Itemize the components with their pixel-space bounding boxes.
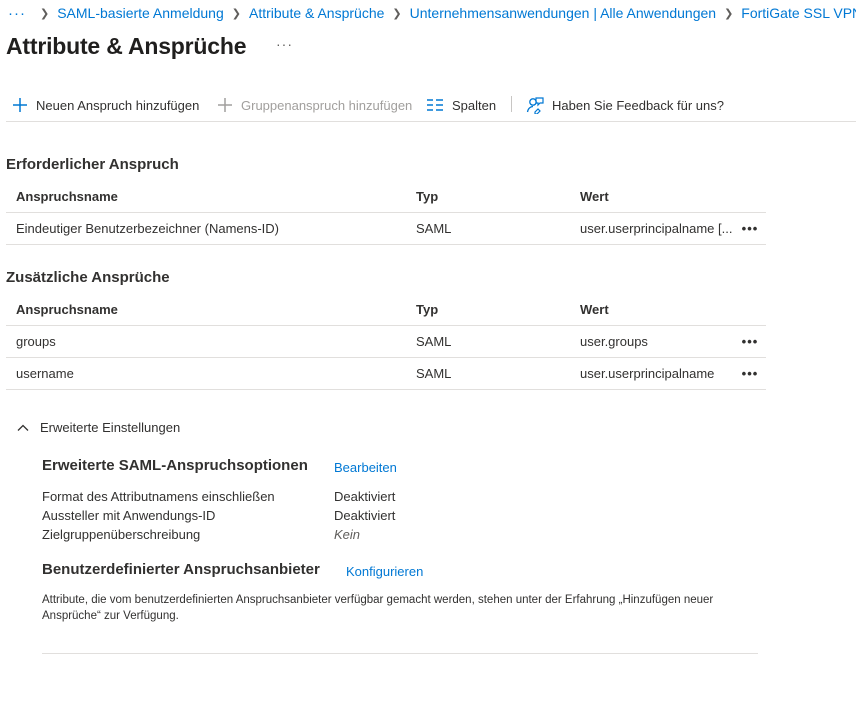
- feedback-label: Haben Sie Feedback für uns?: [552, 97, 724, 113]
- row-more-button[interactable]: •••: [738, 326, 762, 358]
- column-header-wert[interactable]: Wert: [580, 181, 732, 213]
- column-header-name[interactable]: Anspruchsname: [16, 294, 406, 326]
- add-claim-button[interactable]: Neuen Anspruch hinzufügen: [12, 92, 199, 118]
- required-claim-title: Erforderlicher Anspruch: [6, 156, 179, 173]
- column-header-name[interactable]: Anspruchsname: [16, 181, 406, 213]
- page-title: Attribute & Ansprüche: [6, 33, 247, 59]
- include-attribute-format-value: Deaktiviert: [334, 489, 396, 504]
- feedback-button[interactable]: Haben Sie Feedback für uns?: [526, 92, 724, 118]
- table-row[interactable]: username SAML user.userprincipalname •••: [6, 358, 766, 390]
- chevron-right-icon: ❯: [392, 7, 402, 20]
- claim-name: groups: [16, 334, 56, 349]
- chevron-up-icon: [17, 424, 29, 431]
- breadcrumb-item-fortigate[interactable]: FortiGate SSL VPN |: [741, 5, 856, 21]
- command-bar: Neuen Anspruch hinzufügen Gruppenanspruc…: [6, 92, 856, 122]
- chevron-right-icon: ❯: [724, 7, 734, 20]
- row-more-button[interactable]: •••: [738, 213, 762, 245]
- claim-name: username: [16, 366, 74, 381]
- audience-override-value: Kein: [334, 527, 361, 542]
- breadcrumb-more-button[interactable]: ···: [8, 5, 26, 22]
- column-header-typ[interactable]: Typ: [416, 294, 566, 326]
- column-header-wert[interactable]: Wert: [580, 294, 732, 326]
- row-more-button[interactable]: •••: [738, 358, 762, 390]
- grid-header-row: Anspruchsname Typ Wert: [6, 294, 766, 326]
- required-claim-grid: Anspruchsname Typ Wert Eindeutiger Benut…: [6, 181, 766, 245]
- audience-override-label: Zielgruppenüberschreibung: [42, 527, 201, 542]
- include-attribute-format-label: Format des Attributnamens einschließen: [42, 489, 275, 504]
- claim-type: SAML: [416, 334, 452, 349]
- claim-type: SAML: [416, 221, 452, 236]
- breadcrumb-item-saml-anmeldung[interactable]: SAML-basierte Anmeldung: [57, 5, 224, 21]
- title-more-button[interactable]: ···: [276, 36, 293, 52]
- advanced-settings-toggle[interactable]: Erweiterte Einstellungen: [16, 420, 180, 435]
- breadcrumb: ··· ❯ SAML-basierte Anmeldung ❯ Attribut…: [8, 4, 856, 22]
- edit-saml-options-link[interactable]: Bearbeiten: [334, 460, 397, 475]
- columns-icon: [427, 99, 443, 111]
- table-row[interactable]: Eindeutiger Benutzerbezeichner (Namens-I…: [6, 213, 766, 245]
- feedback-person-icon: [526, 97, 544, 114]
- add-claim-label: Neuen Anspruch hinzufügen: [36, 97, 200, 113]
- issuer-with-app-id-label: Aussteller mit Anwendungs-ID: [42, 508, 216, 523]
- plus-icon: [218, 98, 232, 112]
- toolbar-divider: [511, 96, 512, 112]
- column-header-typ[interactable]: Typ: [416, 181, 566, 213]
- breadcrumb-item-unternehmensanwendungen[interactable]: Unternehmensanwendungen | Alle Anwendung…: [410, 5, 716, 21]
- columns-label: Spalten: [452, 97, 497, 113]
- claim-value: user.userprincipalname [...: [580, 221, 732, 236]
- grid-header-row: Anspruchsname Typ Wert: [6, 181, 766, 213]
- divider: [42, 653, 758, 654]
- additional-claims-title: Zusätzliche Ansprüche: [6, 269, 170, 286]
- additional-claims-grid: Anspruchsname Typ Wert groups SAML user.…: [6, 294, 766, 390]
- breadcrumb-item-attribute[interactable]: Attribute & Ansprüche: [249, 5, 384, 21]
- claim-value: user.groups: [580, 334, 648, 349]
- plus-icon: [13, 98, 27, 112]
- custom-provider-title: Benutzerdefinierter Anspruchsanbieter: [42, 561, 320, 578]
- claim-name: Eindeutiger Benutzerbezeichner (Namens-I…: [16, 221, 280, 236]
- saml-options-title: Erweiterte SAML-Anspruchsoptionen: [42, 457, 308, 474]
- add-group-claim-label: Gruppenanspruch hinzufügen: [241, 97, 413, 113]
- add-group-claim-button[interactable]: Gruppenanspruch hinzufügen: [217, 92, 412, 118]
- advanced-settings-label: Erweiterte Einstellungen: [40, 420, 181, 435]
- columns-button[interactable]: Spalten: [426, 92, 496, 118]
- custom-provider-description: Attribute, die vom benutzerdefinierten A…: [42, 594, 714, 622]
- chevron-right-icon: ❯: [231, 7, 241, 20]
- table-row[interactable]: groups SAML user.groups •••: [6, 326, 766, 358]
- chevron-right-icon: ❯: [40, 7, 50, 20]
- claim-type: SAML: [416, 366, 452, 381]
- configure-provider-link[interactable]: Konfigurieren: [346, 564, 423, 579]
- issuer-with-app-id-value: Deaktiviert: [334, 508, 396, 523]
- claim-value: user.userprincipalname: [580, 366, 715, 381]
